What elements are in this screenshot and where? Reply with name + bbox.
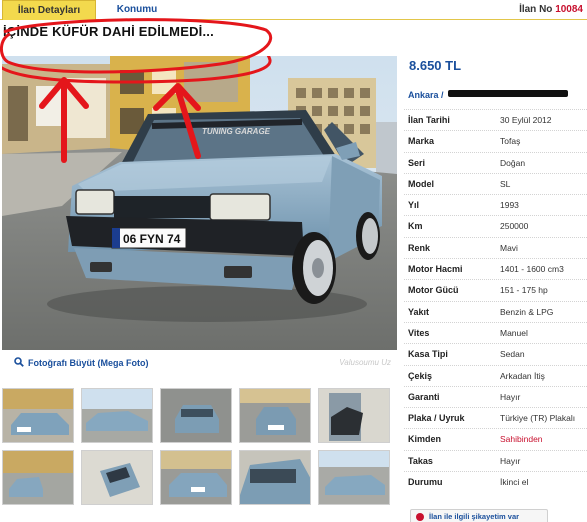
detail-key: Motor Gücü bbox=[408, 285, 459, 296]
detail-value: Hayır bbox=[500, 455, 521, 466]
detail-value: SL bbox=[500, 178, 511, 189]
detail-key: İlan Tarihi bbox=[408, 115, 450, 125]
detail-row: Renk Mavi bbox=[404, 236, 587, 258]
detail-key: Kasa Tipi bbox=[408, 349, 448, 360]
detail-row: İlan Tarihi 30 Eylül 2012 bbox=[404, 109, 587, 130]
listing-number-label: İlan No bbox=[519, 4, 553, 15]
detail-key: Takas bbox=[408, 455, 433, 466]
detail-value: Benzin & LPG bbox=[500, 306, 554, 317]
photo-enlarge-bar: Fotoğrafı Büyüt (Mega Foto) Valusoumu Uz bbox=[2, 352, 397, 374]
thumbnail-2[interactable] bbox=[81, 388, 153, 443]
thumbnail-10[interactable] bbox=[318, 450, 390, 505]
detail-row: Marka Tofaş bbox=[404, 130, 587, 151]
detail-row: Çekiş Arkadan İtiş bbox=[404, 364, 587, 386]
tab-bar: İlan Detayları Konumu İlan No 10084 bbox=[0, 0, 587, 20]
detail-key: Yıl bbox=[408, 200, 420, 211]
detail-row: Kimden Sahibinden bbox=[404, 428, 587, 449]
license-plate-text: 06 FYN 74 bbox=[123, 232, 181, 246]
detail-value: İkinci el bbox=[500, 477, 529, 488]
detail-value: 1993 bbox=[500, 200, 519, 211]
enlarge-photo-link[interactable]: Fotoğrafı Büyüt (Mega Foto) bbox=[28, 358, 148, 368]
complaint-button[interactable]: İlan ile ilgili şikayetim var bbox=[410, 509, 548, 522]
tab-ilan-detaylari[interactable]: İlan Detayları bbox=[2, 0, 96, 20]
location-text: Ankara / bbox=[408, 90, 444, 100]
thumbnail-9[interactable] bbox=[239, 450, 311, 505]
detail-value: 151 - 175 hp bbox=[500, 285, 548, 296]
detail-value: Türkiye (TR) Plakalı bbox=[500, 413, 576, 424]
thumbnail-6[interactable] bbox=[2, 450, 74, 505]
photo-thumbnails bbox=[2, 388, 397, 510]
thumbnail-8[interactable] bbox=[160, 450, 232, 505]
detail-row: Seri Doğan bbox=[404, 151, 587, 173]
thumbnail-7[interactable] bbox=[81, 450, 153, 505]
annotation-oval bbox=[0, 18, 273, 74]
thumbnail-3[interactable] bbox=[160, 388, 232, 443]
warning-icon bbox=[416, 513, 424, 521]
detail-key: Çekiş bbox=[408, 370, 433, 381]
windshield-sticker-text: TUNING GARAGE bbox=[202, 127, 271, 136]
detail-value: 1401 - 1600 cm3 bbox=[500, 264, 564, 275]
detail-key: Plaka / Uyruk bbox=[408, 413, 465, 424]
detail-value: Sahibinden bbox=[500, 434, 543, 445]
detail-key: Seri bbox=[408, 157, 426, 168]
main-car-photo[interactable]: 06 FYN 74 TUNING GARAGE bbox=[2, 56, 397, 350]
detail-key: Motor Hacmi bbox=[408, 264, 463, 275]
detail-value: Arkadan İtiş bbox=[500, 370, 545, 381]
detail-value: Sedan bbox=[500, 349, 525, 360]
detail-value: 30 Eylül 2012 bbox=[500, 115, 552, 125]
details-table: İlan Tarihi 30 Eylül 2012 Marka Tofaş Seri Do… bbox=[404, 109, 587, 492]
detail-key: Garanti bbox=[408, 391, 440, 402]
detail-key: Km bbox=[408, 221, 423, 232]
detail-row: Yakıt Benzin & LPG bbox=[404, 300, 587, 322]
detail-key: Kimden bbox=[408, 434, 442, 445]
detail-value: Tofaş bbox=[500, 136, 521, 147]
detail-value: 250000 bbox=[500, 221, 529, 232]
detail-key: Renk bbox=[408, 242, 431, 253]
thumbnail-4[interactable] bbox=[239, 388, 311, 443]
detail-row: Plaka / Uyruk Türkiye (TR) Plakalı bbox=[404, 407, 587, 428]
detail-row: Motor Gücü 151 - 175 hp bbox=[404, 279, 587, 300]
detail-row: Takas Hayır bbox=[404, 449, 587, 471]
detail-row: Km 250000 bbox=[404, 215, 587, 236]
detail-key: Durumu bbox=[408, 477, 443, 488]
detail-value: Mavi bbox=[500, 242, 518, 253]
listing-number-value: 10084 bbox=[555, 4, 583, 15]
thumbnail-1[interactable] bbox=[2, 388, 74, 443]
complaint-button-label: İlan ile ilgili şikayetim var bbox=[429, 512, 520, 521]
detail-key: Marka bbox=[408, 136, 435, 147]
detail-row: Garanti Hayır bbox=[404, 385, 587, 407]
detail-row: Vites Manuel bbox=[404, 321, 587, 343]
detail-value: Doğan bbox=[500, 157, 526, 168]
detail-key: Model bbox=[408, 178, 434, 189]
tab-konumu[interactable]: Konumu bbox=[99, 0, 175, 20]
car-photo-illustration: 06 FYN 74 TUNING GARAGE bbox=[2, 56, 397, 350]
detail-row: Yıl 1993 bbox=[404, 194, 587, 215]
listing-page: İlan Detayları Konumu İlan No 10084 İÇİN… bbox=[0, 0, 587, 522]
detail-key: Yakıt bbox=[408, 306, 430, 317]
magnifier-icon bbox=[14, 353, 24, 367]
listing-details-panel: 8.650 TL Ankara / İlan Tarihi 30 Eylül 20… bbox=[404, 56, 587, 522]
detail-row: Motor Hacmi 1401 - 1600 cm3 bbox=[404, 258, 587, 279]
detail-value: Manuel bbox=[500, 327, 528, 338]
detail-key: Vites bbox=[408, 327, 430, 338]
detail-value: Hayır bbox=[500, 391, 521, 402]
price: 8.650 TL bbox=[409, 58, 462, 73]
redaction-bar bbox=[447, 90, 568, 97]
detail-row: Durumu İkinci el bbox=[404, 471, 587, 492]
thumbnail-5[interactable] bbox=[318, 388, 390, 443]
detail-row: Model SL bbox=[404, 172, 587, 194]
location[interactable]: Ankara / bbox=[408, 90, 568, 100]
listing-number: İlan No 10084 bbox=[519, 0, 583, 20]
photo-watermark: Valusoumu Uz bbox=[339, 358, 391, 367]
detail-row: Kasa Tipi Sedan bbox=[404, 343, 587, 364]
